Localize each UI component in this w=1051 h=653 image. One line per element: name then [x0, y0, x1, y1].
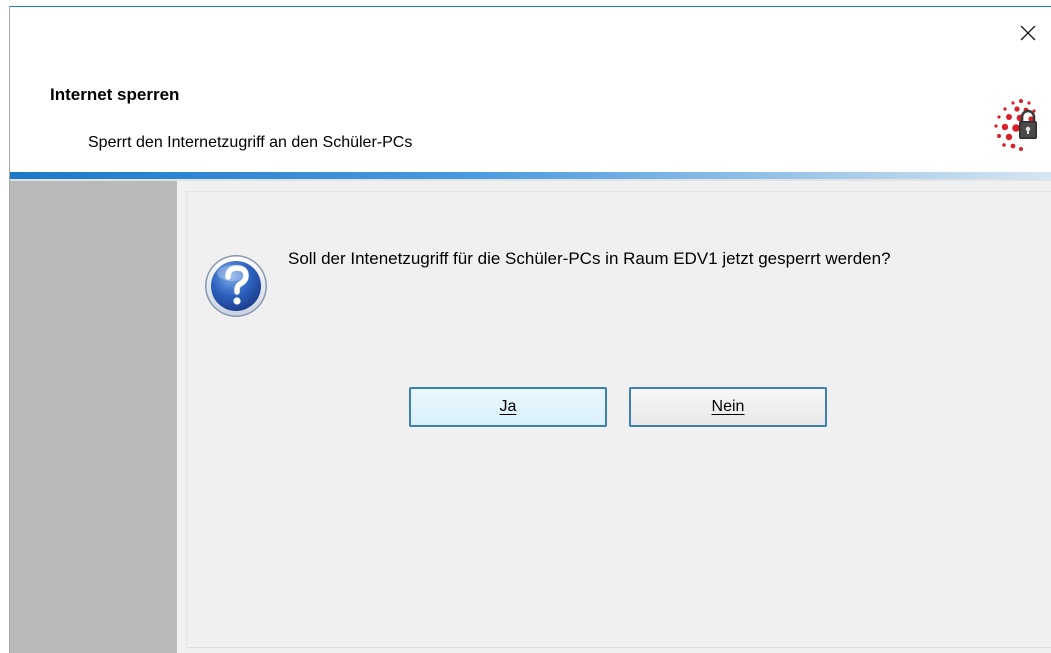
no-button[interactable]: Nein	[629, 387, 827, 427]
dialog-title: Internet sperren	[50, 85, 180, 104]
confirmation-message: Soll der Intenetzugriff für die Schüler-…	[288, 249, 891, 268]
lock-logo-icon	[994, 99, 1037, 151]
no-button-label: Nein	[711, 398, 745, 415]
side-panel	[10, 181, 177, 653]
close-icon	[1020, 25, 1036, 41]
question-icon	[205, 255, 267, 317]
yes-button-label: Ja	[499, 398, 517, 415]
close-button[interactable]	[1011, 19, 1045, 47]
header-accent-band	[10, 172, 1051, 181]
dialog-subtitle: Sperrt den Internetzugriff an den Schüle…	[88, 134, 413, 151]
wizard-header: Internet sperren Sperrt den Internetzugr…	[10, 7, 1051, 175]
dialog-window: Internet sperren Sperrt den Internetzugr…	[9, 6, 1051, 653]
yes-button[interactable]: Ja	[409, 387, 607, 427]
